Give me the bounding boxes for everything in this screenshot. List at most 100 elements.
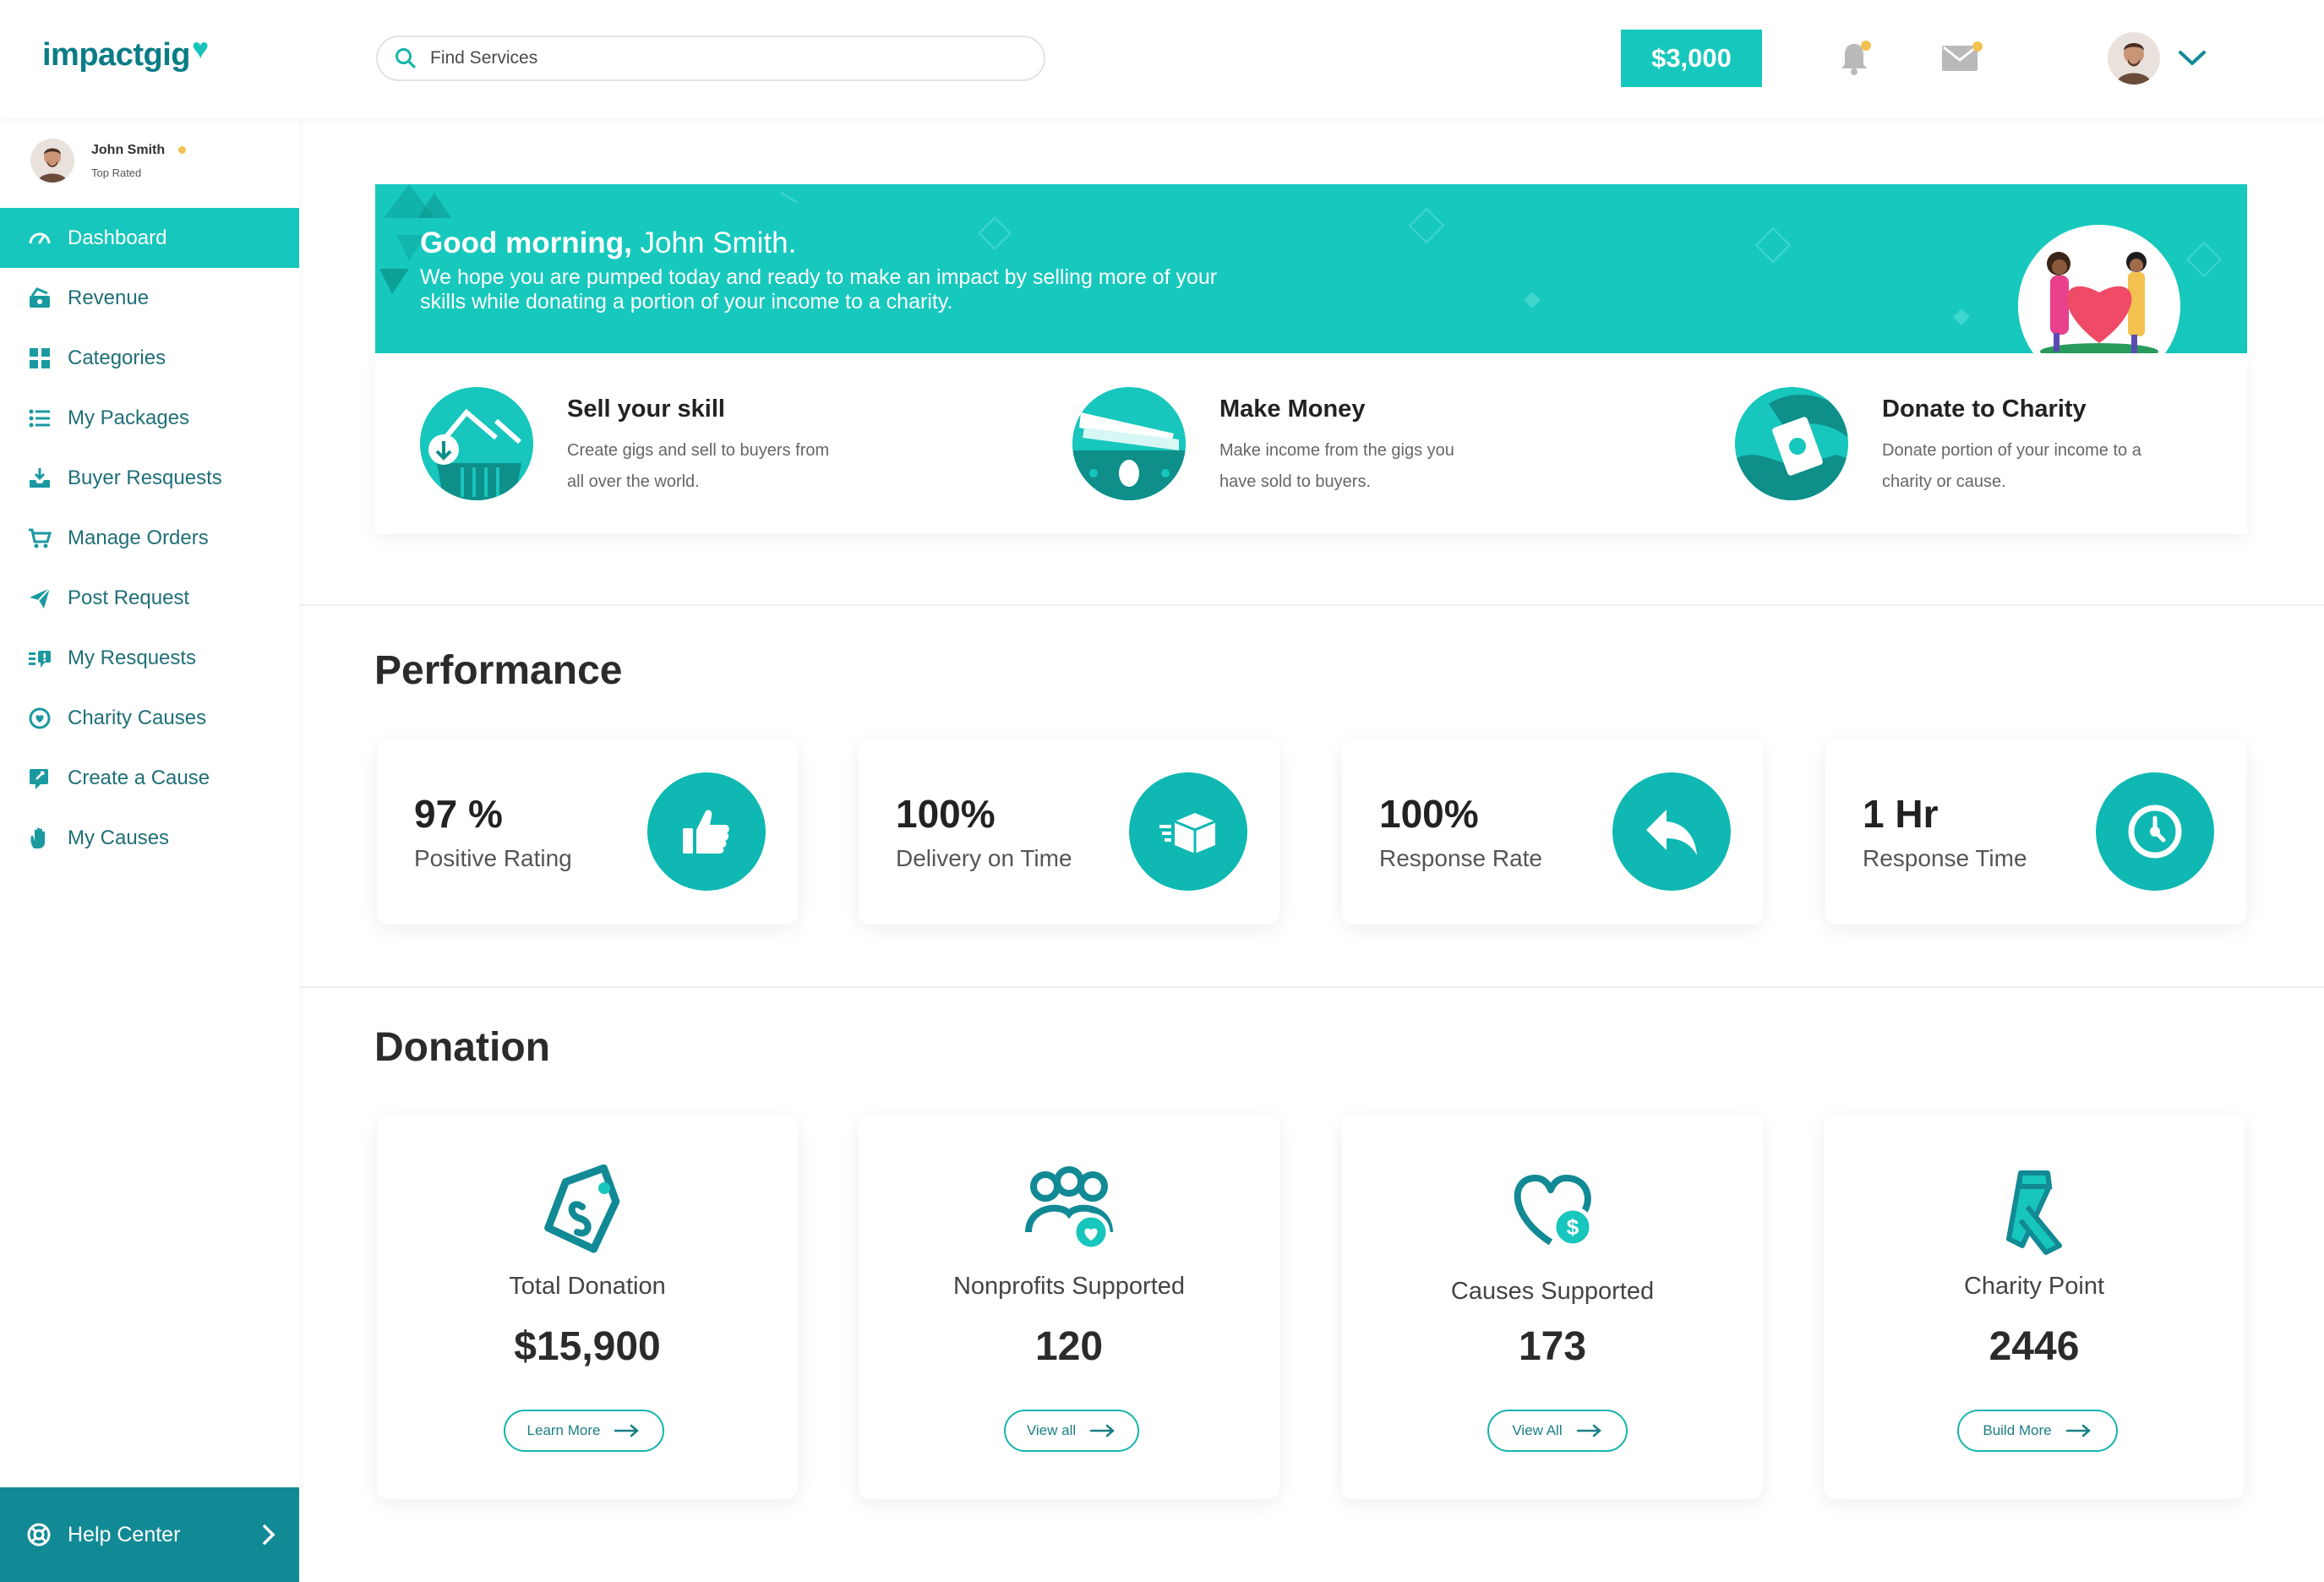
ribbon-icon — [2006, 1170, 2062, 1255]
sidebar-item-dashboard[interactable]: Dashboard — [0, 208, 299, 268]
step-make-money: Make Money Make income from the gigs you… — [1072, 387, 1490, 500]
sidebar-item-my-requests[interactable]: My Resquests — [0, 628, 299, 688]
step-description: Donate portion of your income to a chari… — [1882, 441, 2141, 491]
sidebar-item-buyer-requests[interactable]: Buyer Resquests — [0, 448, 299, 508]
help-center-label: Help Center — [68, 1522, 181, 1547]
learn-more-button[interactable]: Learn More — [504, 1410, 664, 1452]
arrow-right-icon — [1089, 1424, 1116, 1437]
how-it-works-panel: Sell your skill Create gigs and sell to … — [375, 353, 2247, 534]
donation-value: 173 — [1518, 1324, 1587, 1369]
top-bar: impactgig ♥ $3,000 — [0, 0, 2324, 118]
donation-tag-icon — [544, 1164, 620, 1253]
sidebar-item-post-request[interactable]: Post Request — [0, 568, 299, 628]
section-divider — [299, 986, 2324, 988]
donation-value: $15,900 — [514, 1324, 661, 1369]
nonprofits-supported-card: Nonprofits Supported 120 View all — [859, 1114, 1279, 1499]
stat-label: Response Time — [1863, 845, 2027, 871]
help-center-button[interactable]: Help Center — [0, 1487, 299, 1582]
sidebar-nav: Dashboard Revenue Categories My Packages… — [0, 208, 299, 868]
button-label: Learn More — [526, 1422, 601, 1438]
donation-value: 120 — [1034, 1324, 1104, 1369]
create-cause-icon — [30, 768, 48, 789]
dashboard-icon — [29, 232, 51, 243]
reply-icon — [1612, 772, 1731, 891]
sidebar-item-label: Charity Causes — [68, 706, 207, 729]
button-label: View All — [1512, 1422, 1563, 1438]
header-avatar[interactable] — [2108, 32, 2160, 85]
step-title: Make Money — [1219, 396, 1366, 423]
positive-rating-card: 97 % Positive Rating — [377, 739, 798, 925]
sidebar-item-label: Post Request — [68, 586, 190, 609]
view-all-causes-button[interactable]: View All — [1487, 1410, 1628, 1452]
arrow-right-icon — [2065, 1424, 2091, 1437]
sidebar-item-my-packages[interactable]: My Packages — [0, 388, 299, 448]
mail-icon[interactable] — [1940, 41, 1984, 74]
hand-icon — [30, 827, 45, 848]
donation-label: Total Donation — [509, 1273, 666, 1300]
svg-text:$: $ — [1567, 1214, 1579, 1240]
delivery-on-time-card: 100% Delivery on Time — [859, 739, 1279, 925]
logo-heart-icon: ♥ — [191, 33, 209, 65]
step-sell-skill: Sell your skill Create gigs and sell to … — [420, 387, 837, 500]
arrow-right-icon — [1576, 1424, 1601, 1437]
causes-supported-card: $ Causes Supported 173 View All — [1342, 1114, 1763, 1499]
thumbs-up-icon — [647, 772, 766, 891]
build-more-button[interactable]: Build More — [1957, 1410, 2118, 1452]
balance-button[interactable]: $3,000 — [1621, 30, 1762, 87]
sidebar: John Smith Top Rated Dashboard Revenue C… — [0, 118, 299, 1582]
stat-value: 97 % — [414, 792, 503, 836]
arrow-right-icon — [614, 1424, 640, 1437]
donation-label: Nonprofits Supported — [952, 1273, 1186, 1300]
button-label: View all — [1026, 1422, 1077, 1438]
stat-value: 100% — [896, 792, 996, 836]
donation-value: 2446 — [1988, 1324, 2080, 1369]
sidebar-item-my-causes[interactable]: My Causes — [0, 808, 299, 868]
chevron-down-icon[interactable] — [2177, 47, 2207, 69]
search-bar[interactable] — [376, 35, 1045, 81]
cart-icon — [29, 528, 52, 548]
list-icon — [29, 409, 50, 427]
sidebar-item-label: Revenue — [68, 286, 150, 309]
online-status-dot — [178, 146, 187, 154]
notification-bell-icon[interactable] — [1837, 39, 1874, 78]
user-rank: Top Rated — [91, 166, 142, 179]
stat-value: 100% — [1379, 792, 1479, 836]
sidebar-item-label: Buyer Resquests — [68, 466, 222, 489]
sidebar-item-label: My Packages — [68, 406, 190, 429]
stat-label: Response Rate — [1379, 845, 1543, 871]
sidebar-item-charity-causes[interactable]: Charity Causes — [0, 688, 299, 748]
performance-heading: Performance — [374, 648, 623, 693]
step-description: Create gigs and sell to buyers from all … — [567, 441, 830, 491]
sidebar-item-manage-orders[interactable]: Manage Orders — [0, 508, 299, 568]
clock-icon — [2096, 772, 2214, 891]
group-heart-icon — [1025, 1166, 1113, 1252]
response-time-card: 1 Hr Response Time — [1825, 739, 2246, 925]
chevron-right-icon — [263, 1525, 275, 1545]
inbox-download-icon — [30, 467, 50, 488]
sidebar-item-label: My Causes — [68, 826, 170, 849]
user-profile[interactable]: John Smith Top Rated — [30, 139, 187, 183]
heart-dollar-icon: $ — [1514, 1175, 1594, 1248]
avatar — [30, 139, 74, 183]
delivery-box-icon — [1129, 772, 1247, 891]
view-all-nonprofits-button[interactable]: View all — [1004, 1410, 1139, 1452]
categories-icon — [30, 347, 50, 368]
sidebar-item-label: Categories — [68, 346, 166, 369]
paper-plane-icon — [30, 586, 51, 608]
stat-label: Positive Rating — [414, 845, 572, 871]
step-title: Donate to Charity — [1882, 396, 2087, 423]
search-icon — [396, 48, 416, 68]
search-input[interactable] — [430, 48, 1005, 68]
app-logo[interactable]: impactgig ♥ — [42, 33, 209, 74]
sidebar-item-label: My Resquests — [68, 646, 197, 669]
donation-label: Charity Point — [1963, 1273, 2104, 1300]
donation-label: Causes Supported — [1450, 1278, 1655, 1305]
sidebar-item-categories[interactable]: Categories — [0, 328, 299, 388]
greeting-name: John Smith. — [631, 226, 797, 259]
step-donate-charity: Donate to Charity Donate portion of your… — [1735, 387, 2152, 500]
sidebar-item-revenue[interactable]: Revenue — [0, 268, 299, 328]
sidebar-item-create-a-cause[interactable]: Create a Cause — [0, 748, 299, 808]
sell-skill-icon — [420, 387, 533, 500]
welcome-banner: Good morning, John Smith. We hope you ar… — [375, 184, 2247, 353]
charity-icon — [29, 707, 51, 728]
